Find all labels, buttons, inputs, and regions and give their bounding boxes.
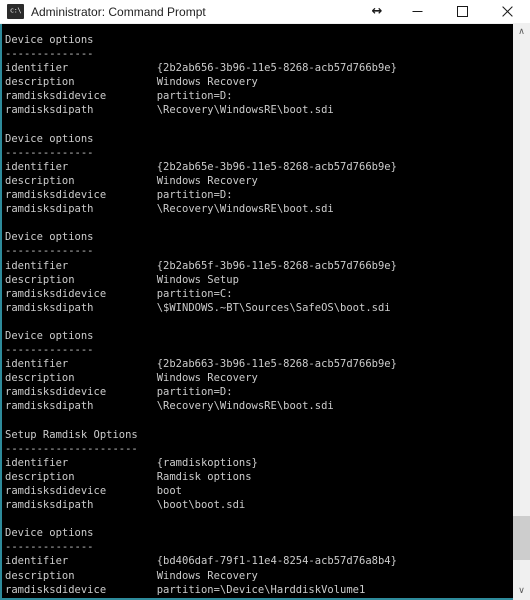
console-line: ramdisksdidevice partition=D: xyxy=(5,386,233,399)
console-line: description Windows Recovery xyxy=(5,569,258,582)
console-line: identifier {ramdiskoptions} xyxy=(5,456,258,469)
console-output-area[interactable]: Device options -------------- identifier {… xyxy=(0,24,530,600)
console-line: description Windows Recovery xyxy=(5,76,258,89)
chevron-down-icon: ∨ xyxy=(518,586,525,596)
console-text: Device options -------------- identifier {… xyxy=(5,33,509,598)
console-line: -------------- xyxy=(5,541,94,554)
console-line: ramdisksdidevice partition=D: xyxy=(5,90,233,103)
console-line: identifier {2b2ab65e-3b96-11e5-8268-acb5… xyxy=(5,160,397,173)
console-line: ramdisksdidevice partition=D: xyxy=(5,189,233,202)
console-line: ramdisksdipath \boot\boot.sdi xyxy=(5,499,246,512)
console-line: ramdisksdidevice boot xyxy=(5,485,183,497)
console-line: -------------- xyxy=(5,146,94,159)
console-line: -------------- xyxy=(5,344,94,357)
chevron-up-icon: ∧ xyxy=(518,27,525,37)
console-line: --------------------- xyxy=(5,442,138,455)
console-line: Device options xyxy=(5,132,94,145)
console-line: ramdisksdidevice partition=\Device\Hardd… xyxy=(5,583,366,596)
scrollbar-track[interactable] xyxy=(513,41,530,583)
console-line: Setup Ramdisk Options xyxy=(5,428,138,441)
console-line: ramdisksdipath \Recovery\WindowsRE\boot.… xyxy=(5,104,334,117)
scrollbar-up-button[interactable]: ∧ xyxy=(513,24,530,41)
maximize-button[interactable] xyxy=(440,0,485,23)
console-line: identifier {2b2ab656-3b96-11e5-8268-acb5… xyxy=(5,62,397,75)
console-line: Device options xyxy=(5,527,94,540)
console-line: -------------- xyxy=(5,48,94,61)
console-line: description Windows Setup xyxy=(5,273,239,286)
console-line: Device options xyxy=(5,329,94,342)
console-line: -------------- xyxy=(5,245,94,258)
command-prompt-window: c:\ Administrator: Command Prompt ↔ Devi… xyxy=(0,0,530,600)
console-line: ramdisksdipath \Recovery\WindowsRE\boot.… xyxy=(5,203,334,216)
command-prompt-icon: c:\ xyxy=(7,4,24,19)
console-line: ramdisksdipath \$WINDOWS.~BT\Sources\Saf… xyxy=(5,301,391,314)
command-prompt-icon-label: c:\ xyxy=(9,6,22,15)
minimize-button[interactable] xyxy=(395,0,440,23)
console-line: identifier {bd406daf-79f1-11e4-8254-acb5… xyxy=(5,555,397,568)
console-line: ramdisksdipath \Recovery\WindowsRE\boot.… xyxy=(5,400,334,413)
scrollbar-down-button[interactable]: ∨ xyxy=(513,583,530,600)
console-line: description Windows Recovery xyxy=(5,174,258,187)
window-title: Administrator: Command Prompt xyxy=(31,4,206,19)
console-line: ramdisksdidevice partition=C: xyxy=(5,287,233,300)
vertical-scrollbar[interactable]: ∧ ∨ xyxy=(513,24,530,600)
close-button[interactable] xyxy=(485,0,530,23)
title-bar[interactable]: c:\ Administrator: Command Prompt ↔ xyxy=(0,0,530,24)
console-line: identifier {2b2ab663-3b96-11e5-8268-acb5… xyxy=(5,358,397,371)
horizontal-resize-cursor-icon: ↔ xyxy=(371,4,383,19)
console-line: description Ramdisk options xyxy=(5,470,252,483)
console-line: Device options xyxy=(5,231,94,244)
scrollbar-thumb[interactable] xyxy=(513,516,530,560)
console-line: description Windows Recovery xyxy=(5,372,258,385)
console-line: identifier {2b2ab65f-3b96-11e5-8268-acb5… xyxy=(5,259,397,272)
console-line: Device options xyxy=(5,34,94,46)
